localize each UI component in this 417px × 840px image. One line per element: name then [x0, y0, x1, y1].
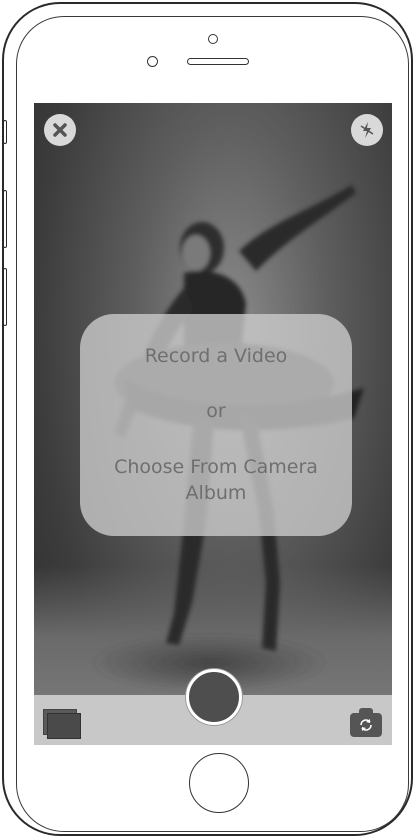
- volume-down-button: [3, 268, 7, 326]
- switch-camera-button[interactable]: [350, 708, 382, 737]
- flash-off-icon: [360, 122, 374, 138]
- switch-camera-icon: [360, 719, 372, 731]
- home-button[interactable]: [189, 753, 249, 813]
- choose-from-album-option[interactable]: Choose From Camera Album: [90, 454, 342, 506]
- close-icon: [53, 123, 67, 137]
- gallery-icon-front: [47, 713, 81, 739]
- mute-switch: [3, 120, 7, 144]
- close-button[interactable]: [44, 114, 76, 146]
- capture-options-dialog: Record a Video or Choose From Camera Alb…: [80, 314, 352, 536]
- shutter-button[interactable]: [186, 669, 242, 725]
- gallery-button[interactable]: [43, 709, 81, 739]
- or-separator: or: [206, 400, 226, 422]
- record-video-option[interactable]: Record a Video: [80, 345, 352, 367]
- volume-up-button: [3, 190, 7, 248]
- front-camera: [147, 56, 158, 67]
- proximity-sensor: [208, 34, 218, 44]
- earpiece-speaker: [187, 58, 249, 65]
- flash-toggle-button[interactable]: [351, 114, 383, 146]
- camera-screen: Record a Video or Choose From Camera Alb…: [34, 103, 392, 745]
